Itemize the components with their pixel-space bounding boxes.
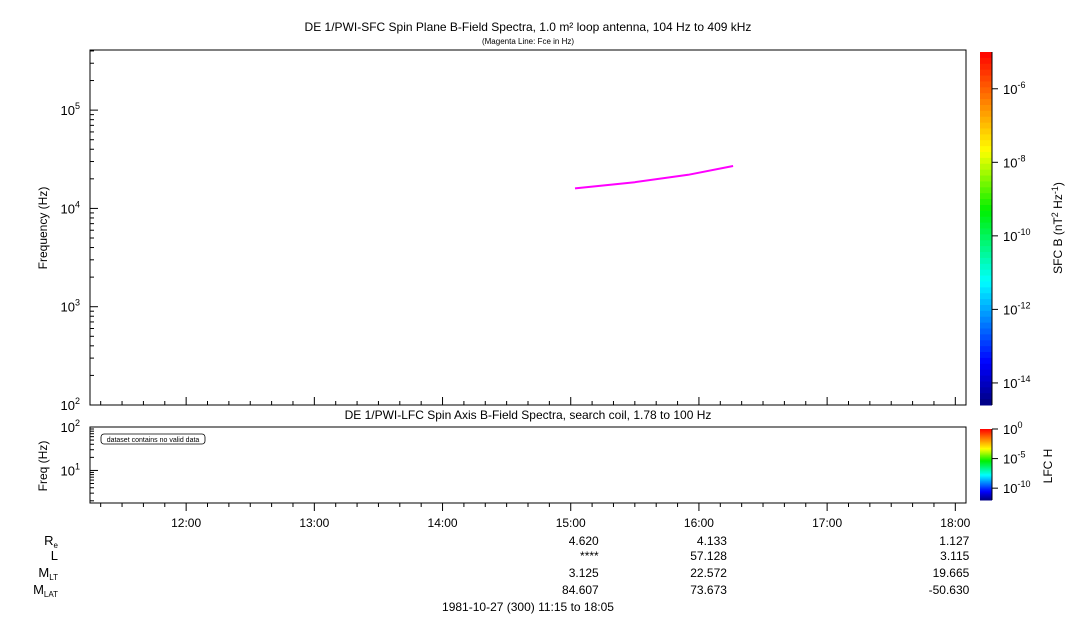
top-panel-title: DE 1/PWI-SFC Spin Plane B-Field Spectra,… — [305, 20, 752, 34]
spectrogram-figure: DE 1/PWI-SFC Spin Plane B-Field Spectra,… — [0, 0, 1083, 620]
top-panel-subtitle: (Magenta Line: Fce in Hz) — [482, 37, 574, 46]
